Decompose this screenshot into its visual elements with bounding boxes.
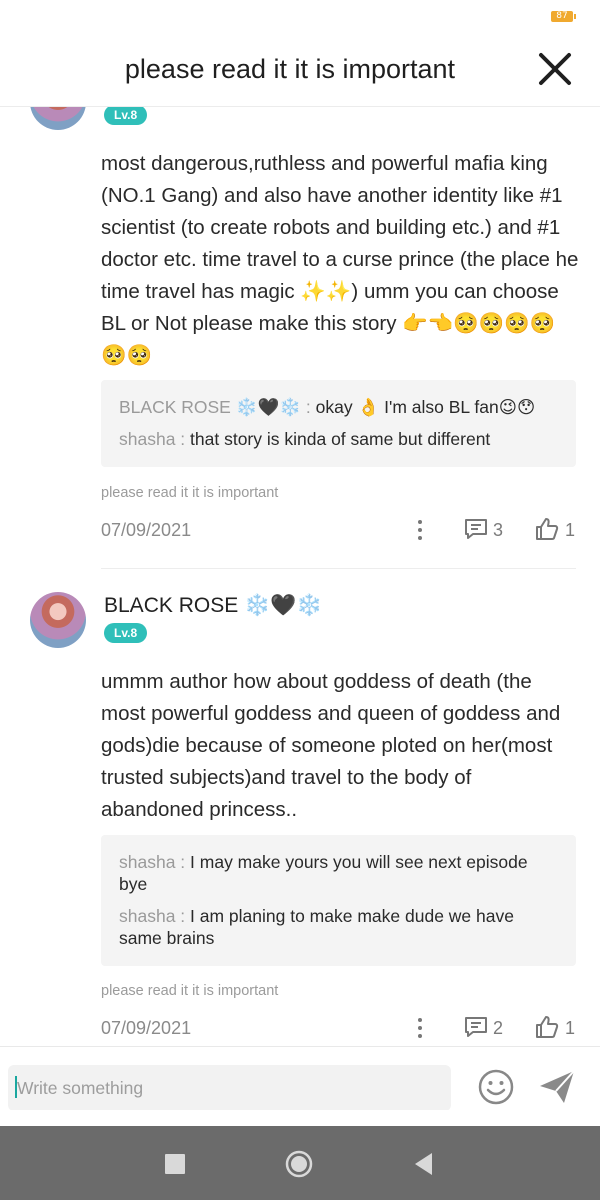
- reply-author: shasha :: [119, 852, 191, 872]
- reply-item[interactable]: BLACK ROSE ❄️🖤❄️ : okay 👌 I'm also BL fa…: [119, 396, 558, 418]
- source-label[interactable]: please read it it is important: [101, 983, 278, 999]
- reply-icon[interactable]: [463, 517, 489, 541]
- reply-author: shasha :: [119, 906, 191, 926]
- reply-item[interactable]: shasha : I may make yours you will see n…: [119, 851, 558, 895]
- nav-back-icon[interactable]: [412, 1151, 434, 1177]
- reply-icon[interactable]: [463, 1015, 489, 1039]
- text-caret: [15, 1076, 17, 1098]
- reply-text: okay 👌 I'm also BL fan😉😯: [315, 397, 536, 417]
- reply-text: that story is kinda of same but differen…: [190, 429, 491, 449]
- status-bar: 87: [0, 0, 600, 30]
- like-count: 1: [565, 1018, 576, 1038]
- header: please read it it is important: [0, 30, 600, 107]
- nav-recents-icon[interactable]: [165, 1154, 185, 1174]
- nav-home-icon[interactable]: [285, 1150, 313, 1178]
- reply-item[interactable]: shasha : I am planing to make make dude …: [119, 905, 558, 949]
- send-icon[interactable]: [537, 1067, 577, 1107]
- reply-count: 3: [493, 520, 504, 540]
- like-icon[interactable]: [534, 1015, 560, 1039]
- more-icon[interactable]: [410, 518, 430, 542]
- reply-item[interactable]: shasha : that story is kinda of same but…: [119, 428, 558, 450]
- sheet-bottom: [0, 1110, 600, 1126]
- close-icon[interactable]: [536, 50, 574, 88]
- reply-list[interactable]: BLACK ROSE ❄️🖤❄️ : okay 👌 I'm also BL fa…: [101, 380, 576, 467]
- source-label[interactable]: please read it it is important: [101, 485, 278, 501]
- avatar[interactable]: [30, 592, 86, 648]
- reply-author: BLACK ROSE ❄️🖤❄️ :: [119, 397, 316, 417]
- battery-icon: 87: [551, 11, 576, 22]
- comment-input[interactable]: [8, 1065, 451, 1111]
- comment-date: 07/09/2021: [101, 1018, 192, 1038]
- divider: [101, 568, 576, 569]
- comment-body: most dangerous,ruthless and powerful maf…: [101, 152, 579, 367]
- level-badge: Lv.8: [104, 623, 148, 643]
- system-nav-bar: [0, 1126, 600, 1200]
- like-icon[interactable]: [534, 517, 560, 541]
- reply-list[interactable]: shasha : I may make yours you will see n…: [101, 835, 576, 966]
- more-icon[interactable]: [410, 1016, 430, 1040]
- level-badge: Lv.8: [104, 105, 148, 125]
- comment-author[interactable]: BLACK ROSE ❄️🖤❄️: [104, 594, 323, 618]
- comment-date: 07/09/2021: [101, 520, 192, 540]
- page-title: please read it it is important: [124, 54, 456, 84]
- emoji-icon[interactable]: [476, 1067, 516, 1107]
- reply-count: 2: [493, 1018, 504, 1038]
- like-count: 1: [565, 520, 576, 540]
- comment-body: ummm author how about goddess of death (…: [101, 670, 561, 821]
- comment-list[interactable]: Lv.8 most dangerous,ruthless and powerfu…: [0, 30, 600, 1046]
- reply-author: shasha :: [119, 429, 191, 449]
